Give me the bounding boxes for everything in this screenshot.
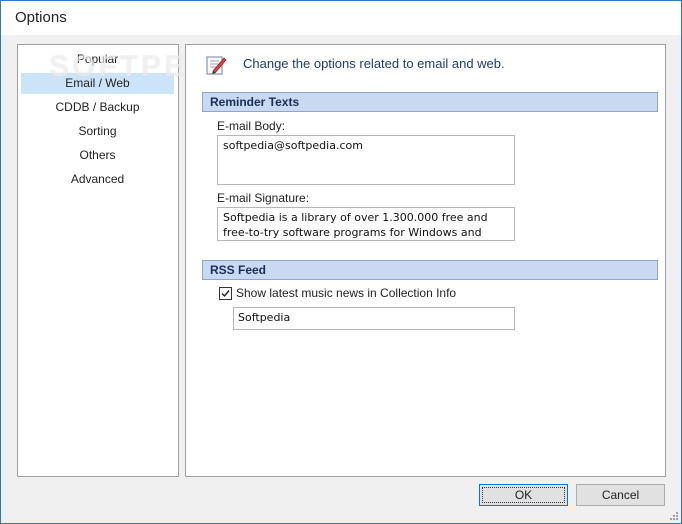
section-reminder-texts: Reminder Texts [202,92,658,112]
rss-feed-input[interactable]: Softpedia [233,307,515,330]
nav-item-email-web[interactable]: Email / Web [21,73,174,94]
show-news-checkbox[interactable] [219,287,232,300]
nav-item-popular[interactable]: Popular [21,49,174,70]
email-signature-field[interactable]: Softpedia is a library of over 1.300.000… [217,207,515,241]
checkmark-icon [221,290,230,298]
nav-item-others[interactable]: Others [21,145,174,166]
email-web-options-icon [204,53,228,77]
nav-item-cddb-backup[interactable]: CDDB / Backup [21,97,174,118]
page-description: Change the options related to email and … [243,56,505,71]
email-body-label: E-mail Body: [217,119,286,133]
cancel-button[interactable]: Cancel [576,484,665,506]
resize-grip-icon[interactable] [669,511,679,521]
window-title: Options [15,9,67,26]
options-nav-panel: Popular Email / Web CDDB / Backup Sortin… [17,44,179,477]
title-bar: Options [1,1,681,35]
email-body-field[interactable]: softpedia@softpedia.com [217,135,515,185]
ok-button[interactable]: OK [479,484,568,506]
options-window: Options Popular Email / Web CDDB / Backu… [0,0,682,524]
nav-item-sorting[interactable]: Sorting [21,121,174,142]
show-news-label: Show latest music news in Collection Inf… [236,286,457,300]
nav-item-advanced[interactable]: Advanced [21,169,174,190]
options-content-panel: Change the options related to email and … [185,44,666,477]
section-rss-feed: RSS Feed [202,260,658,280]
email-signature-label: E-mail Signature: [217,191,310,205]
